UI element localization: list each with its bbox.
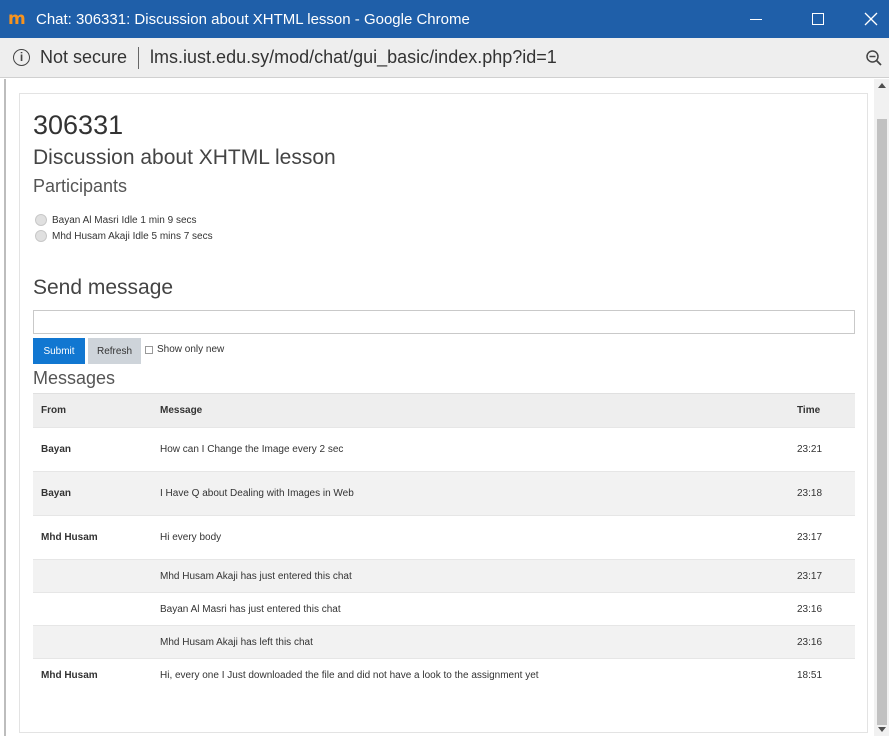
table-row: Mhd Husam Hi, every one I Just downloade… [33,658,855,691]
security-label[interactable]: Not secure [40,47,127,68]
header-message: Message [160,405,203,416]
minimize-icon [750,18,762,20]
cell-message: Hi every body [160,532,222,543]
title-bar: m Chat: 306331: Discussion about XHTML l… [0,0,889,38]
participant-item: Mhd Husam Akaji Idle 5 mins 7 secs [35,230,213,242]
cell-from: Mhd Husam [41,669,98,681]
table-row: Mhd Husam Hi every body 23:17 [33,515,855,559]
cell-message: Mhd Husam Akaji has left this chat [160,636,313,648]
show-only-new-label: Show only new [157,344,225,355]
separator [138,46,140,69]
left-border [4,79,6,736]
cell-message: Bayan Al Masri has just entered this cha… [160,603,341,615]
cell-from: Bayan [41,444,72,455]
table-row: Mhd Husam Akaji has just entered this ch… [33,559,855,592]
participant-label: Bayan Al Masri Idle 1 min 9 secs [52,214,197,226]
scroll-down-icon[interactable] [878,727,886,732]
cell-time: 23:16 [797,636,823,648]
page-title: 306331 [33,110,124,140]
close-button[interactable] [848,0,889,38]
chat-subtitle: Discussion about XHTML lesson [33,146,336,169]
url-text[interactable]: lms.iust.edu.sy/mod/chat/gui_basic/index… [150,47,557,68]
send-message-heading: Send message [33,276,174,299]
cell-from: Bayan [41,488,72,499]
participant-label: Mhd Husam Akaji Idle 5 mins 7 secs [52,230,213,242]
submit-button[interactable]: Submit [33,338,85,364]
table-row: Bayan I Have Q about Dealing with Images… [33,471,855,515]
cell-time: 23:16 [797,603,823,615]
participant-item: Bayan Al Masri Idle 1 min 9 secs [35,214,197,226]
header-time: Time [797,405,821,416]
table-row: Mhd Husam Akaji has left this chat 23:16 [33,625,855,658]
header-from: From [41,405,66,416]
scrollbar-thumb[interactable] [877,119,887,725]
minimize-button[interactable] [733,0,779,38]
avatar [35,230,47,242]
cell-time: 23:21 [797,444,823,455]
cell-time: 18:51 [797,669,823,681]
table-header: From Message Time [33,393,855,427]
info-icon[interactable]: i [13,49,30,66]
messages-heading: Messages [33,368,116,388]
cell-time: 23:17 [797,532,823,543]
scroll-up-icon[interactable] [878,83,886,88]
scrollbar[interactable] [874,79,889,736]
maximize-button[interactable] [795,0,841,38]
avatar [35,214,47,226]
participants-heading: Participants [33,176,128,196]
cell-message: Mhd Husam Akaji has just entered this ch… [160,570,352,582]
address-bar[interactable]: i Not secure lms.iust.edu.sy/mod/chat/gu… [0,38,889,78]
close-icon [864,12,878,26]
zoom-out-icon[interactable] [865,49,883,67]
maximize-icon [812,13,824,25]
messages-table: From Message Time Bayan How can I Change… [33,393,855,691]
show-only-new-toggle[interactable]: Show only new [145,344,224,355]
window-title: Chat: 306331: Discussion about XHTML les… [36,10,470,28]
message-input[interactable] [33,310,855,334]
cell-time: 23:17 [797,570,823,582]
table-row: Bayan Al Masri has just entered this cha… [33,592,855,625]
cell-from: Mhd Husam [41,532,98,543]
moodle-logo-icon: m [8,9,26,29]
cell-message: How can I Change the Image every 2 sec [160,444,344,455]
cell-time: 23:18 [797,488,823,499]
refresh-button[interactable]: Refresh [88,338,141,364]
cell-message: I Have Q about Dealing with Images in We… [160,488,354,499]
show-only-new-checkbox[interactable] [145,345,153,354]
table-row: Bayan How can I Change the Image every 2… [33,427,855,471]
cell-message: Hi, every one I Just downloaded the file… [160,669,539,681]
